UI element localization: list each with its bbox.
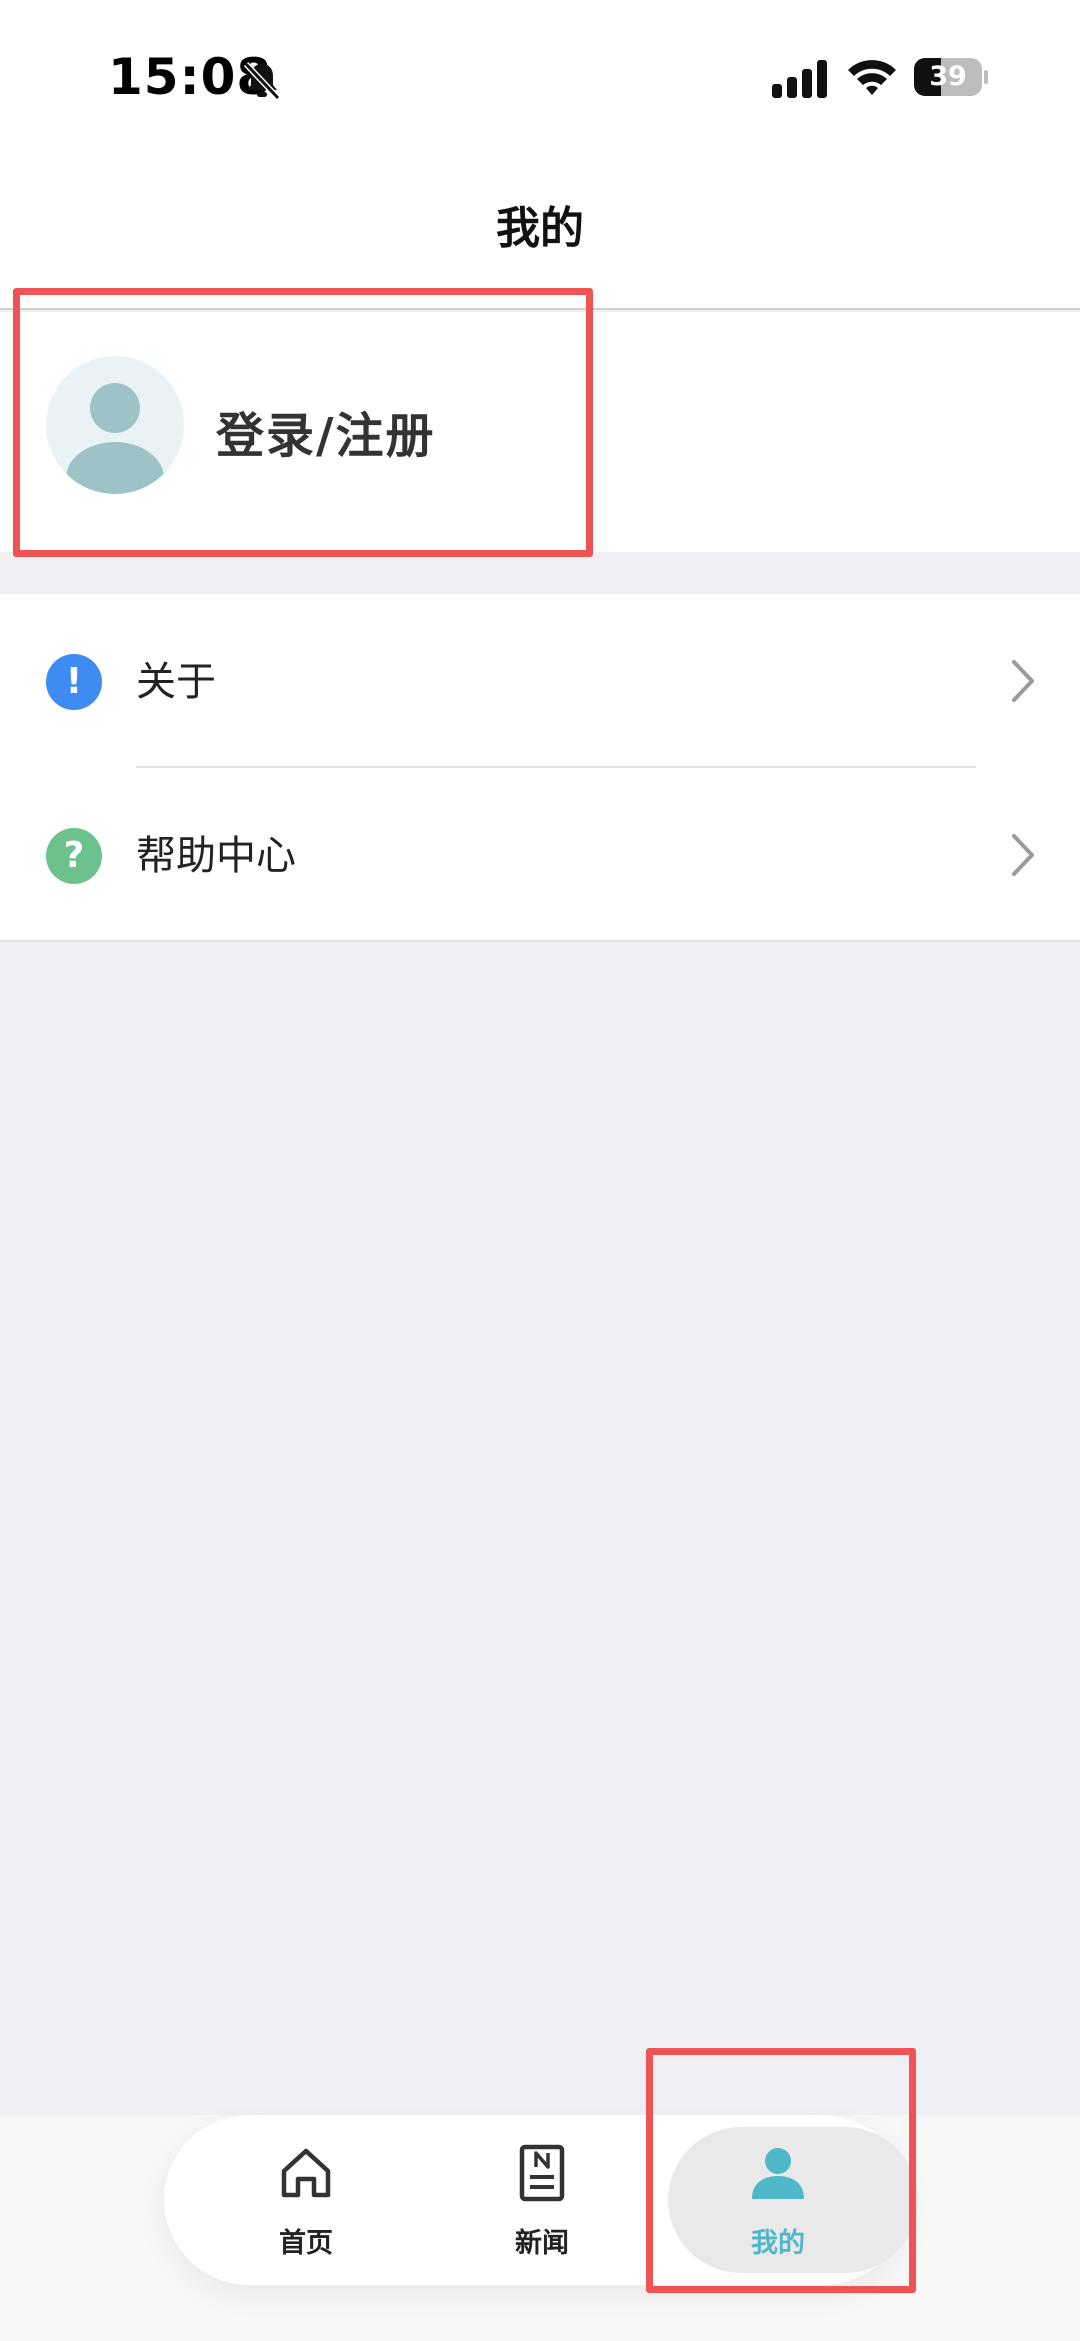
- screen: 15:08 39 我的 登录/注册 ! 关于 ? 帮助中心 首页 新闻 我的: [0, 0, 1080, 2341]
- menu-item-label: 关于: [136, 659, 216, 705]
- avatar-person-icon: [66, 383, 164, 494]
- question-icon: ?: [46, 828, 102, 884]
- tab-mine[interactable]: 我的: [658, 2115, 918, 2285]
- home-icon: [281, 2148, 331, 2198]
- menu-item-help-center[interactable]: ? 帮助中心: [0, 768, 1080, 942]
- status-bar: 15:08 39: [0, 0, 1080, 150]
- tab-home[interactable]: 首页: [186, 2115, 426, 2285]
- tab-label: 新闻: [515, 2228, 569, 2259]
- tab-label: 我的: [751, 2228, 805, 2259]
- tab-label: 首页: [279, 2228, 333, 2259]
- tab-news[interactable]: 新闻: [422, 2115, 662, 2285]
- chevron-right-icon: [1012, 834, 1034, 876]
- battery-level: 39: [929, 61, 967, 92]
- battery-icon: 39: [914, 58, 988, 96]
- news-icon: [519, 2144, 565, 2202]
- page-title: 我的: [496, 203, 584, 254]
- person-icon: [752, 2148, 804, 2199]
- info-icon: !: [46, 654, 102, 710]
- menu-item-about[interactable]: ! 关于: [0, 594, 1080, 768]
- chevron-right-icon: [1012, 660, 1034, 702]
- avatar[interactable]: [46, 356, 184, 494]
- login-register-button[interactable]: 登录/注册: [216, 396, 436, 466]
- menu-item-label: 帮助中心: [136, 833, 296, 879]
- wifi-icon: [848, 60, 896, 95]
- nav-bar: 我的: [0, 150, 1080, 310]
- tab-bar: 首页 新闻 我的: [164, 2115, 918, 2285]
- settings-menu: ! 关于 ? 帮助中心: [0, 594, 1080, 942]
- cellular-signal-icon: [772, 60, 827, 98]
- profile-header: 登录/注册: [0, 312, 1080, 552]
- bell-muted-icon: [243, 61, 281, 101]
